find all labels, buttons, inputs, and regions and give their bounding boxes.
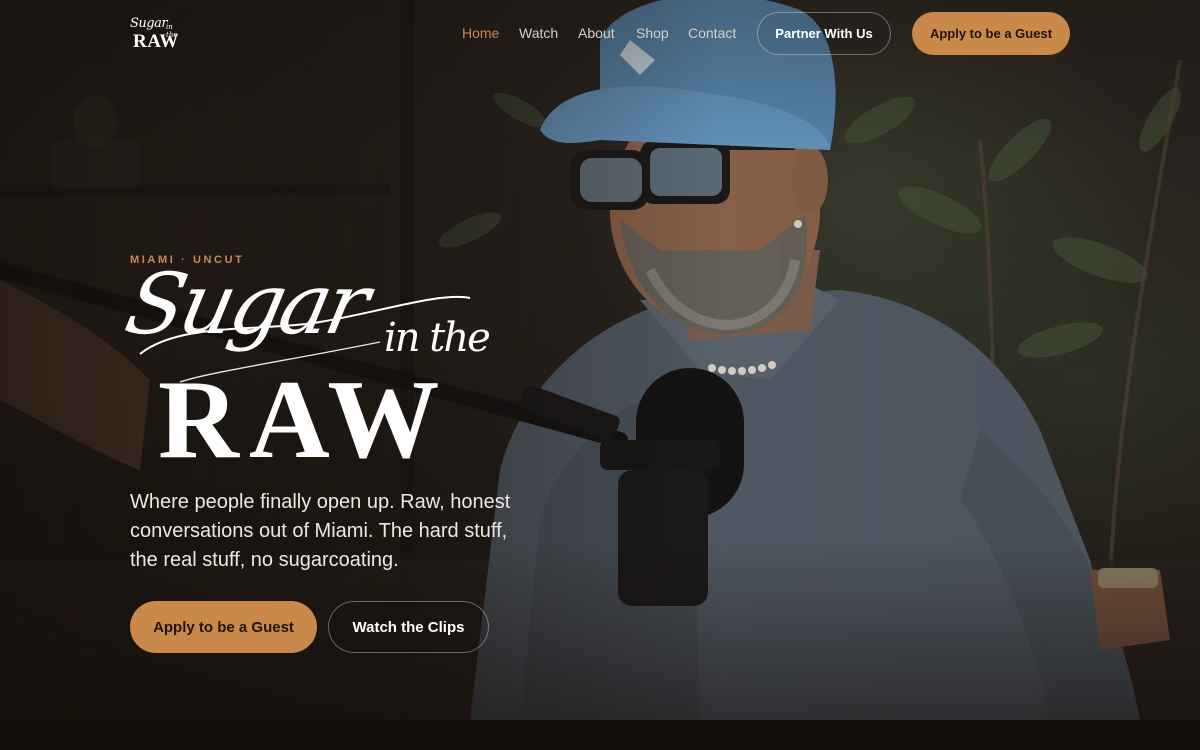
nav-link-watch[interactable]: Watch [519, 25, 558, 41]
logo-main-text: RAW [133, 31, 179, 52]
logo-script-text: Sugar [130, 16, 168, 31]
hero-title-script: Sugar [117, 255, 375, 353]
hero-description: Where people finally open up. Raw, hones… [130, 491, 511, 571]
header-apply-button[interactable]: Apply to be a Guest [912, 12, 1070, 55]
hero-title-main: RAW [158, 358, 450, 482]
watch-clips-button[interactable]: Watch the Clips [328, 601, 489, 653]
nav-link-shop[interactable]: Shop [636, 25, 669, 41]
partner-with-us-button[interactable]: Partner With Us [757, 12, 891, 55]
nav-link-contact[interactable]: Contact [688, 25, 736, 41]
hero-title-small: in the [384, 315, 491, 361]
hero-title: Sugar in the RAW [117, 255, 520, 482]
nav-link-home[interactable]: Home [462, 25, 499, 41]
section-divider [0, 720, 1200, 750]
nav-link-about[interactable]: About [578, 25, 615, 41]
site-logo[interactable]: Sugar in the RAW [130, 16, 186, 52]
hero-apply-button[interactable]: Apply to be a Guest [130, 601, 317, 653]
